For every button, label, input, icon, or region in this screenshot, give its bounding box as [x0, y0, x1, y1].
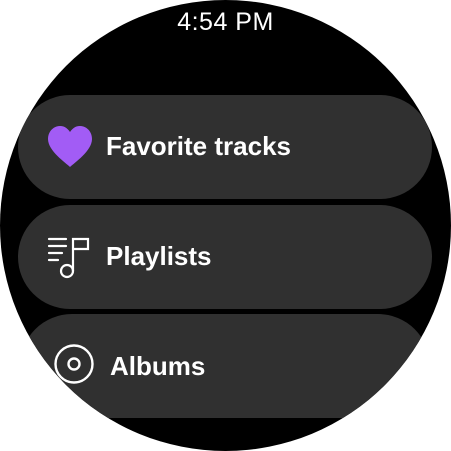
- watch-screen: 4:54 PM Favorite tracks Playlists Albums: [0, 0, 451, 451]
- album-icon: [52, 342, 96, 386]
- menu-item-label: Playlists: [106, 241, 212, 271]
- status-time: 4:54 PM: [177, 8, 274, 36]
- menu-item-playlists[interactable]: Playlists: [18, 205, 432, 309]
- menu-item-albums[interactable]: Albums: [20, 314, 430, 418]
- menu-item-favorite-tracks[interactable]: Favorite tracks: [18, 95, 432, 199]
- heart-icon: [46, 125, 94, 169]
- menu-item-label: Albums: [110, 351, 206, 381]
- menu-item-label: Favorite tracks: [106, 131, 291, 161]
- playlist-icon: [46, 233, 94, 281]
